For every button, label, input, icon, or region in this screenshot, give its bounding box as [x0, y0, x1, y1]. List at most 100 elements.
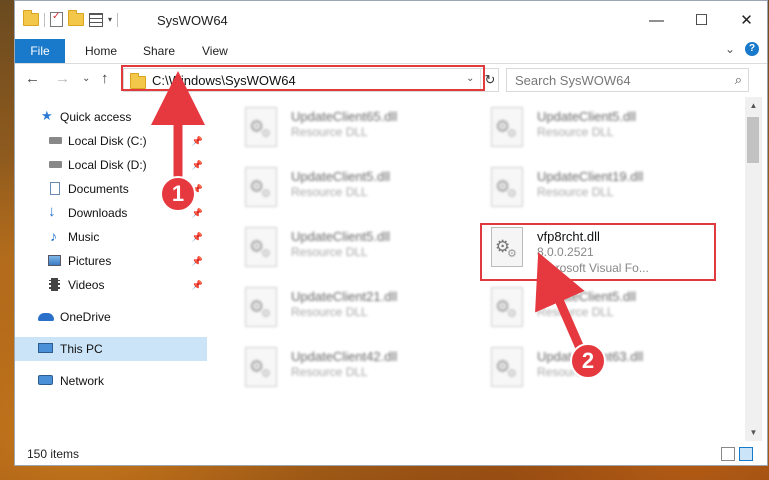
sidebar-item-onedrive[interactable]: OneDrive: [15, 305, 207, 329]
file-type: Resource DLL: [291, 365, 368, 379]
vertical-scrollbar[interactable]: ▲ ▼: [745, 97, 762, 441]
address-row: ← → ⌄ ↑ C:\Windows\SysWOW64 ⌄ ↻ Search S…: [15, 64, 767, 96]
sidebar-item-local-disk-d[interactable]: Local Disk (D:) 📌: [15, 153, 207, 177]
sidebar-item-label: Local Disk (D:): [68, 158, 147, 172]
file-item[interactable]: UpdateClient5.dll Resource DLL: [481, 101, 721, 159]
file-name: vfp8rcht.dll: [537, 229, 600, 244]
step-badge-2: 2: [570, 343, 606, 379]
file-item[interactable]: UpdateClient19.dll Resource DLL: [481, 161, 721, 219]
file-name: UpdateClient21.dll: [291, 289, 398, 304]
sidebar-item-label: This PC: [60, 342, 103, 356]
search-icon[interactable]: ⌕: [735, 72, 742, 88]
maximize-button[interactable]: ☐: [679, 1, 724, 39]
sidebar-item-quick-access[interactable]: ★ Quick access: [15, 105, 207, 129]
dll-file-icon: [245, 287, 277, 327]
tab-home[interactable]: Home: [85, 39, 117, 63]
file-list: UpdateClient65.dll Resource DLL UpdateCl…: [211, 97, 744, 437]
address-bar[interactable]: C:\Windows\SysWOW64 ⌄ ↻: [123, 68, 499, 92]
cloud-icon: [38, 313, 54, 321]
file-name: UpdateClient5.dll: [537, 109, 637, 124]
dll-file-icon: [491, 227, 523, 267]
pin-icon: 📌: [191, 160, 203, 170]
sidebar-item-videos[interactable]: Videos 📌: [15, 273, 207, 297]
search-input[interactable]: Search SysWOW64 ⌕: [506, 68, 749, 92]
tab-share[interactable]: Share: [143, 39, 175, 63]
sidebar-item-local-disk-c[interactable]: Local Disk (C:) 📌: [15, 129, 207, 153]
properties-icon[interactable]: [50, 11, 63, 27]
scrollbar-thumb[interactable]: [747, 117, 759, 163]
documents-icon: [50, 182, 60, 195]
pin-icon: 📌: [191, 280, 203, 290]
file-item[interactable]: UpdateClient5.dll Resource DLL: [481, 281, 721, 339]
search-placeholder: Search SysWOW64: [515, 73, 631, 88]
sidebar-item-label: Local Disk (C:): [68, 134, 147, 148]
sidebar-item-label: Videos: [68, 278, 105, 292]
tiles-view-icon[interactable]: [739, 447, 753, 461]
step-badge-1: 1: [160, 176, 196, 212]
computer-icon: [38, 343, 53, 353]
close-button[interactable]: ✕: [724, 1, 769, 39]
star-icon: ★: [41, 108, 53, 123]
file-type: Resource DLL: [537, 185, 614, 199]
file-item[interactable]: UpdateClient65.dll Resource DLL: [235, 101, 475, 159]
status-bar: 150 items: [15, 441, 767, 465]
tab-file[interactable]: File: [15, 39, 65, 63]
file-name: UpdateClient5.dll: [537, 289, 637, 304]
up-button[interactable]: ↑: [101, 70, 109, 87]
item-count: 150 items: [27, 447, 80, 461]
chevron-down-icon[interactable]: ⌄: [466, 73, 474, 84]
dll-file-icon: [491, 287, 523, 327]
file-item[interactable]: UpdateClient5.dll Resource DLL: [235, 161, 475, 219]
file-version: 8.0.0.2521: [537, 245, 594, 259]
help-icon[interactable]: ?: [745, 42, 759, 56]
scroll-up-icon[interactable]: ▲: [745, 97, 762, 114]
expand-ribbon-icon[interactable]: ⌄: [725, 42, 735, 56]
details-view-icon[interactable]: [721, 447, 735, 461]
new-folder-icon[interactable]: [68, 10, 84, 26]
refresh-button[interactable]: ↻: [480, 69, 499, 91]
dll-file-icon: [245, 167, 277, 207]
dll-file-icon: [245, 347, 277, 387]
scroll-down-icon[interactable]: ▼: [745, 424, 762, 441]
toolbar-separator: [44, 12, 45, 27]
music-icon: ♪: [50, 228, 57, 244]
pin-icon: 📌: [191, 136, 203, 146]
network-icon: [38, 375, 53, 385]
drive-icon: [49, 137, 62, 144]
dll-file-icon: [491, 167, 523, 207]
pictures-icon: [48, 255, 61, 266]
chevron-down-icon[interactable]: ▾: [108, 15, 112, 24]
file-description: Microsoft Visual Fo...: [537, 261, 649, 275]
sidebar-item-this-pc[interactable]: This PC: [15, 337, 207, 361]
file-item[interactable]: UpdateClient42.dll Resource DLL: [235, 341, 475, 399]
file-type: Resource DLL: [537, 125, 614, 139]
sidebar-item-music[interactable]: ♪ Music 📌: [15, 225, 207, 249]
dll-file-icon: [491, 107, 523, 147]
file-item-vfp8rcht[interactable]: vfp8rcht.dll 8.0.0.2521 Microsoft Visual…: [481, 221, 721, 279]
video-icon: [49, 278, 60, 291]
forward-button[interactable]: →: [55, 70, 70, 87]
pin-icon: 📌: [191, 208, 203, 218]
download-icon: ↓: [48, 203, 56, 220]
pin-icon: 📌: [191, 256, 203, 266]
folder-icon: [23, 10, 39, 26]
recent-locations-button[interactable]: ⌄: [82, 73, 90, 84]
dll-file-icon: [245, 227, 277, 267]
pin-icon: 📌: [191, 232, 203, 242]
sidebar-item-label: OneDrive: [60, 310, 111, 324]
toolbar-separator: [117, 12, 119, 27]
dll-file-icon: [491, 347, 523, 387]
address-path[interactable]: C:\Windows\SysWOW64: [152, 73, 296, 88]
tab-view[interactable]: View: [202, 39, 228, 63]
file-item[interactable]: UpdateClient21.dll Resource DLL: [235, 281, 475, 339]
minimize-button[interactable]: —: [634, 1, 679, 39]
sidebar-item-label: Quick access: [60, 110, 132, 124]
drive-icon: [49, 161, 62, 168]
back-button[interactable]: ←: [25, 70, 40, 87]
customize-view-icon[interactable]: [89, 12, 103, 27]
sidebar-item-label: Network: [60, 374, 105, 388]
sidebar-item-network[interactable]: Network: [15, 369, 207, 393]
file-name: UpdateClient65.dll: [291, 109, 398, 124]
file-item[interactable]: UpdateClient5.dll Resource DLL: [235, 221, 475, 279]
sidebar-item-pictures[interactable]: Pictures 📌: [15, 249, 207, 273]
